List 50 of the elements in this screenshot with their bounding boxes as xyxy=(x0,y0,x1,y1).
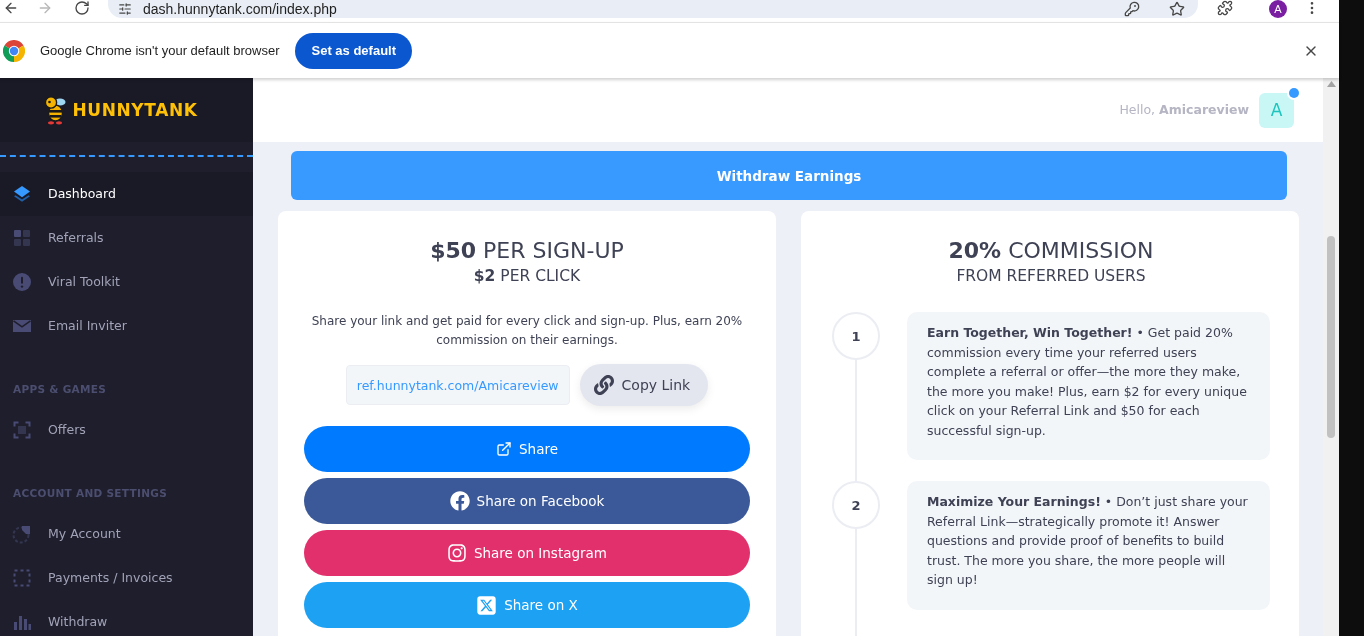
star-icon[interactable] xyxy=(1169,1,1185,17)
nav-item[interactable]: Referrals xyxy=(0,216,253,260)
frame-corners-icon xyxy=(12,420,32,440)
copy-link-button[interactable]: Copy Link xyxy=(579,364,709,406)
facebook-icon xyxy=(449,491,470,511)
dashed-square-icon xyxy=(12,568,32,588)
scrollbar-thumb[interactable] xyxy=(1327,236,1335,438)
x-logo-icon xyxy=(476,594,498,616)
card-subheadline: $2 PER CLICK xyxy=(473,266,581,287)
nav-item[interactable]: Email Inviter xyxy=(0,304,253,348)
instagram-icon xyxy=(446,543,467,563)
reload-icon[interactable] xyxy=(74,0,90,16)
section-heading: ACCOUNT AND SETTINGS xyxy=(13,486,168,501)
card-headline: 20% COMMISSION xyxy=(948,237,1154,265)
link-icon xyxy=(593,375,614,395)
card-description: Share your link and get paid for every click and sign-up. Plus, earn 20% commission on their earnings. xyxy=(311,313,743,349)
greeting-text: Hello, Amicareview xyxy=(1119,102,1249,118)
puzzle-icon[interactable] xyxy=(1217,0,1233,16)
url-text: dash.hunnytank.com/index.php xyxy=(143,1,337,17)
nav-item[interactable]: Viral Toolkit xyxy=(0,260,253,304)
nav-item[interactable]: Dashboard xyxy=(0,172,253,216)
step-number: 1 xyxy=(832,312,880,360)
nav-item[interactable]: Payments / Invoices xyxy=(0,556,253,600)
nav-item[interactable]: Offers xyxy=(0,408,253,452)
external-link-icon xyxy=(496,441,512,457)
infobar-message: Google Chrome isn't your default browser xyxy=(40,42,280,59)
exclamation-circle-icon xyxy=(12,272,32,292)
step-number: 2 xyxy=(832,481,880,529)
profile-avatar[interactable]: A xyxy=(1269,0,1287,18)
bee-logo-icon xyxy=(44,95,67,125)
step-text: Maximize Your Earnings! • Don’t just share your Referral Link—strategically promote it! Answer questions and provide proof of benefits to build trust. The more you share, the more people will sign up! xyxy=(927,493,1249,589)
section-heading: APPS & GAMES xyxy=(13,382,107,397)
address-bar[interactable]: dash.hunnytank.com/index.php xyxy=(108,0,1198,18)
nav-item[interactable]: My Account xyxy=(0,512,253,556)
share-button[interactable]: Share on Facebook xyxy=(304,478,750,524)
key-icon[interactable] xyxy=(1124,1,1140,17)
share-button[interactable]: Share xyxy=(304,426,750,472)
nav-item[interactable]: Withdraw xyxy=(0,600,253,636)
layers-icon xyxy=(12,184,32,204)
logo-text: HUNNYTANK xyxy=(72,100,198,120)
set-default-button[interactable]: Set as default xyxy=(295,32,412,69)
card-headline: $50 PER SIGN-UP xyxy=(430,237,624,265)
grid-icon xyxy=(12,228,32,248)
step-text: Earn Together, Win Together! • Get paid 20% commission every time your referred users complete a referral or offer—the more they make, the more you make! Plus, earn $2 for every unique click on your Referral Link and $50 for each successful sign-up. xyxy=(927,324,1248,440)
card-subheadline: FROM REFERRED USERS xyxy=(956,266,1146,287)
dashed-circle-icon xyxy=(12,524,32,544)
chrome-logo-icon xyxy=(3,39,25,62)
site-settings-icon[interactable] xyxy=(118,2,132,16)
share-button[interactable]: Share on Instagram xyxy=(304,530,750,576)
scrollbar[interactable] xyxy=(1323,78,1339,636)
